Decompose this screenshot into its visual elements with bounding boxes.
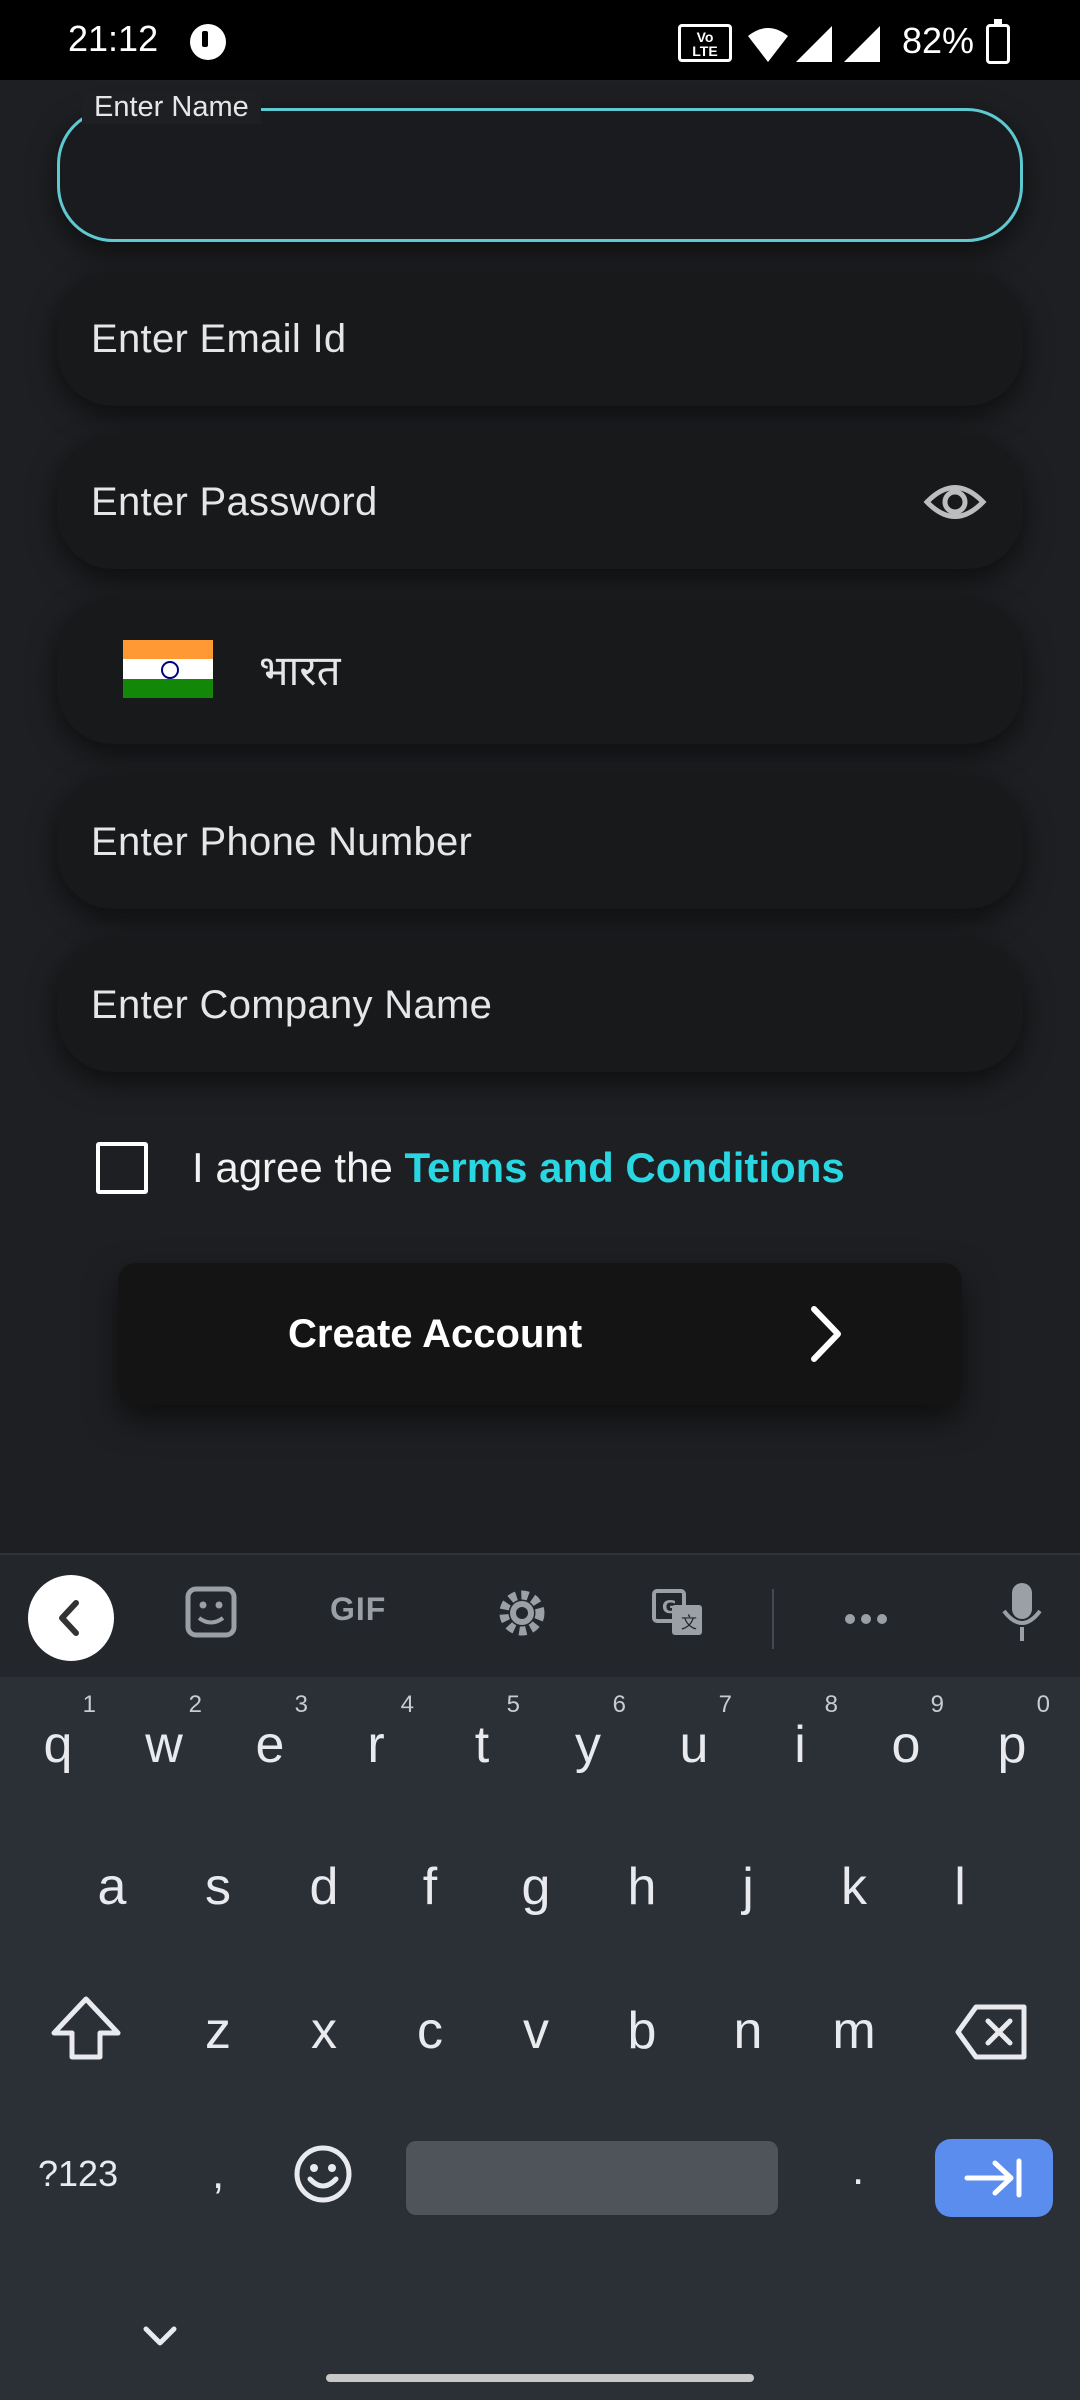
key-e[interactable]: e3 [220,1685,320,1805]
signal-icon [796,26,832,62]
keyboard: GIF G 文 q1 w2 e3 r4 t5 y6 u7 i8 o9 p0 a … [0,1553,1080,2400]
key-b[interactable]: b [592,1971,692,2091]
name-field-label: Enter Name [82,91,261,124]
shift-icon[interactable] [48,1993,124,2063]
email-field[interactable]: Enter Email Id [57,272,1023,406]
key-t[interactable]: t5 [432,1685,532,1805]
key-p[interactable]: p0 [962,1685,1062,1805]
country-name: भारत [259,646,341,695]
phone-field[interactable]: Enter Phone Number [57,775,1023,909]
svg-text:文: 文 [681,1613,697,1632]
status-bar: 21:12 Vo LTE 82% [0,0,1080,80]
agree-prefix: I agree the [192,1144,405,1191]
hide-keyboard-icon[interactable] [140,2323,180,2349]
back-icon[interactable] [28,1575,114,1661]
next-key[interactable] [935,2139,1053,2217]
key-f[interactable]: f [380,1827,480,1947]
terms-link[interactable]: Terms and Conditions [404,1144,844,1191]
svg-text:G: G [662,1597,677,1618]
key-u[interactable]: u7 [644,1685,744,1805]
create-account-label: Create Account [288,1312,583,1356]
key-w[interactable]: w2 [114,1685,214,1805]
gif-icon[interactable]: GIF [330,1591,386,1628]
settings-icon[interactable] [494,1585,550,1641]
volte-icon: Vo LTE [678,24,732,62]
create-account-button[interactable]: Create Account [118,1263,962,1405]
key-j[interactable]: j [698,1827,798,1947]
status-time: 21:12 [68,18,159,59]
key-m[interactable]: m [804,1971,904,2091]
key-h[interactable]: h [592,1827,692,1947]
tab-next-icon [964,2158,1022,2198]
gesture-nav-bar[interactable] [326,2374,754,2382]
backspace-icon[interactable] [954,2003,1030,2061]
period-key[interactable]: . [852,2145,864,2195]
chevron-right-icon [811,1306,841,1362]
key-g[interactable]: g [486,1827,586,1947]
terms-checkbox[interactable] [96,1142,148,1194]
microphone-icon[interactable] [998,1581,1046,1645]
company-field[interactable]: Enter Company Name [57,938,1023,1072]
space-key[interactable] [406,2141,778,2215]
key-v[interactable]: v [486,1971,586,2091]
key-s[interactable]: s [168,1827,268,1947]
password-placeholder: Enter Password [91,480,378,524]
key-n[interactable]: n [698,1971,798,2091]
key-c[interactable]: c [380,1971,480,2091]
signal-icon-2 [844,26,880,62]
more-icon[interactable] [845,1611,893,1629]
key-r[interactable]: r4 [326,1685,426,1805]
key-q[interactable]: q1 [8,1685,108,1805]
translate-icon[interactable]: G 文 [650,1585,706,1641]
key-k[interactable]: k [804,1827,904,1947]
phone-placeholder: Enter Phone Number [91,820,473,864]
battery-percent: 82% [902,20,975,61]
key-o[interactable]: o9 [856,1685,956,1805]
email-placeholder: Enter Email Id [91,317,347,361]
keyboard-toolbar: GIF G 文 [0,1553,1080,1677]
battery-icon [986,19,1010,64]
show-password-icon[interactable] [923,479,987,525]
key-z[interactable]: z [168,1971,268,2091]
key-i[interactable]: i8 [750,1685,850,1805]
toolbar-divider [772,1589,774,1649]
comma-key[interactable]: , [212,2149,224,2199]
sticker-icon[interactable] [184,1585,238,1639]
signup-form: Enter Name Enter Email Id Enter Password… [0,80,1080,1553]
emoji-icon[interactable] [292,2143,354,2205]
key-l[interactable]: l [910,1827,1010,1947]
company-placeholder: Enter Company Name [91,983,493,1027]
key-d[interactable]: d [274,1827,374,1947]
name-field[interactable]: Enter Name [57,91,1023,242]
key-y[interactable]: y6 [538,1685,638,1805]
notification-icon [190,24,226,60]
india-flag-icon [123,640,213,698]
symbols-key[interactable]: ?123 [38,2153,118,2195]
key-a[interactable]: a [62,1827,162,1947]
wifi-icon [748,28,788,62]
agree-text: I agree the Terms and Conditions [192,1144,845,1192]
password-field[interactable]: Enter Password [57,435,1023,569]
key-x[interactable]: x [274,1971,374,2091]
country-selector[interactable]: भारत [57,598,1023,744]
